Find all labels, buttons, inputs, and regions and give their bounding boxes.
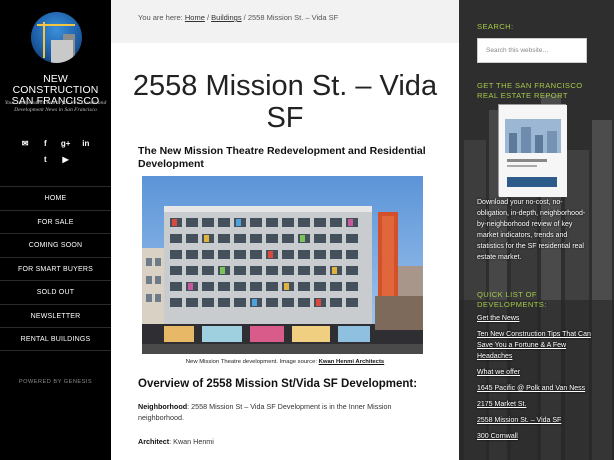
nav-item-coming-soon[interactable]: COMING SOON <box>0 233 111 257</box>
nav-item-sold-out[interactable]: SOLD OUT <box>0 280 111 304</box>
photo-caption: New Mission Theatre development. Image s… <box>111 359 459 365</box>
social-icons-row1: ✉ f g+ in <box>0 139 111 148</box>
site-description: Your Independent Source for New Condo an… <box>4 100 107 113</box>
dev-link[interactable]: 300 Cornwall <box>477 431 592 442</box>
search-heading: SEARCH: <box>477 22 514 31</box>
nav-item-home[interactable]: HOME <box>0 186 111 210</box>
linkedin-icon[interactable]: in <box>77 139 95 148</box>
building-photo[interactable] <box>142 176 423 354</box>
site-logo[interactable] <box>31 12 82 63</box>
dev-link[interactable]: Get the News <box>477 313 592 324</box>
report-cover-illustration <box>499 105 567 197</box>
caption-source-link[interactable]: Kwan Henmi Architects <box>319 359 385 365</box>
nav-item-for-sale[interactable]: FOR SALE <box>0 209 111 234</box>
dev-link[interactable]: 2175 Market St. <box>477 399 592 410</box>
report-description[interactable]: Download your no-cost, no-obligation, in… <box>477 197 592 263</box>
dev-link[interactable]: 1645 Pacific @ Polk and Van Ness <box>477 383 592 394</box>
dev-link[interactable]: Ten New Construction Tips That Can Save … <box>477 329 592 362</box>
left-sidebar: NEW CONSTRUCTION SAN FRANCISCO Your Inde… <box>0 0 111 460</box>
report-cover-image[interactable] <box>498 104 567 197</box>
building-illustration <box>142 176 423 354</box>
email-icon[interactable]: ✉ <box>16 139 34 148</box>
dev-link[interactable]: 2558 Mission St. – Vida SF <box>477 415 592 426</box>
page-title: 2558 Mission St. – Vida SF <box>132 70 438 134</box>
main-content: You are here: Home / Buildings / 2558 Mi… <box>111 0 459 460</box>
breadcrumb-current: 2558 Mission St. – Vida SF <box>247 13 339 22</box>
caption-text: New Mission Theatre development. Image s… <box>185 359 317 365</box>
youtube-icon[interactable]: ▶ <box>57 155 75 164</box>
primary-nav: HOME FOR SALE COMING SOON FOR SMART BUYE… <box>0 186 111 351</box>
developments-list: Get the News Ten New Construction Tips T… <box>477 313 592 447</box>
powered-by[interactable]: POWERED BY GENESIS <box>0 379 111 385</box>
facebook-icon[interactable]: f <box>36 139 54 148</box>
nav-item-newsletter[interactable]: NEWSLETTER <box>0 303 111 328</box>
report-heading: GET THE SAN FRANCISCO REAL ESTATE REPORT <box>477 81 583 100</box>
twitter-icon[interactable]: t <box>36 155 54 164</box>
site-title-line1[interactable]: NEW CONSTRUCTION <box>0 74 111 96</box>
breadcrumb-home-link[interactable]: Home <box>185 13 205 22</box>
architect-label: Architect <box>138 437 170 446</box>
google-plus-icon[interactable]: g+ <box>57 139 75 148</box>
social-icons-row2: t ▶ <box>0 155 111 164</box>
search-input[interactable]: Search this website… <box>477 38 587 63</box>
developments-heading: QUICK LIST OF DEVELOPMENTS: <box>477 290 547 309</box>
breadcrumb-buildings-link[interactable]: Buildings <box>211 13 241 22</box>
overview-heading: Overview of 2558 Mission St/Vida SF Deve… <box>138 378 418 390</box>
right-sidebar: SEARCH: Search this website… GET THE SAN… <box>459 0 614 460</box>
architect-paragraph: Architect: Kwan Henmi <box>138 436 428 447</box>
breadcrumb: You are here: Home / Buildings / 2558 Mi… <box>111 0 459 43</box>
architect-text: : Kwan Henmi <box>169 437 214 446</box>
dev-link[interactable]: What we offer <box>477 367 592 378</box>
neighborhood-paragraph: Neighborhood: 2558 Mission St – Vida SF … <box>138 401 428 423</box>
nav-item-rental-buildings[interactable]: RENTAL BUILDINGS <box>0 327 111 351</box>
nav-item-for-smart-buyers[interactable]: FOR SMART BUYERS <box>0 256 111 281</box>
post-subheading: The New Mission Theatre Redevelopment an… <box>138 145 426 170</box>
breadcrumb-prefix: You are here: <box>138 13 183 22</box>
neighborhood-label: Neighborhood <box>138 402 188 411</box>
